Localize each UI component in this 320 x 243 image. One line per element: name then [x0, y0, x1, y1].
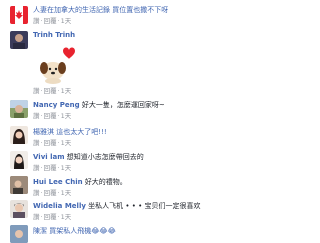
reply-link[interactable]: 回覆: [44, 112, 57, 120]
timestamp[interactable]: 1天: [61, 213, 72, 221]
comment-6: Widelia Melly 坐私人飞机 • • • 宝贝们一定很喜欢 讚·回覆·…: [0, 197, 271, 221]
timestamp[interactable]: 1天: [61, 87, 72, 95]
comment-5: Hui Lee Chin 好大的禮物。 讚·回覆·1天: [0, 173, 271, 197]
comment-text: 想知道小志怎麼帶回去的: [66, 153, 144, 161]
like-link[interactable]: 讚: [33, 112, 40, 120]
reply-link[interactable]: 回覆: [44, 17, 57, 25]
timestamp[interactable]: 1天: [61, 189, 72, 197]
commenter-name[interactable]: Widelia Melly: [33, 202, 86, 210]
reply-link[interactable]: 回覆: [44, 213, 57, 221]
comment-actions: 讚·回覆·1天: [33, 112, 72, 120]
avatar-hui[interactable]: [10, 176, 28, 194]
timestamp[interactable]: 1天: [61, 139, 72, 147]
like-link[interactable]: 讚: [33, 213, 40, 221]
commenter-name[interactable]: Vivi lam: [33, 153, 65, 161]
reply-link[interactable]: 回覆: [44, 139, 57, 147]
avatar-yang[interactable]: [10, 126, 28, 144]
comment-text: 坐私人飞机 • • • 宝贝们一定很喜欢: [88, 202, 201, 210]
timestamp[interactable]: 1天: [61, 164, 72, 172]
avatar-widelia[interactable]: [10, 200, 28, 218]
comment-actions: 讚·回覆·1天: [33, 189, 72, 197]
comment-actions: 讚·回覆·1天: [33, 17, 72, 25]
like-link[interactable]: 讚: [33, 139, 40, 147]
comment-line: Widelia Melly 坐私人飞机 • • • 宝贝们一定很喜欢: [33, 202, 200, 211]
heart-icon: [63, 47, 75, 59]
reply-link[interactable]: 回覆: [44, 189, 57, 197]
comment-text: 楊雅淇 這也太大了吧!!!: [33, 128, 107, 136]
comment-text: 好大的禮物。: [84, 178, 127, 186]
comment-4: Vivi lam 想知道小志怎麼帶回去的 讚·回覆·1天: [0, 147, 271, 173]
reply-link[interactable]: 回覆: [44, 87, 57, 95]
commenter-name[interactable]: Trinh Trinh: [33, 31, 75, 40]
reply-link[interactable]: 回覆: [44, 164, 57, 172]
comment-0: 人妻在加拿大的生活記錄 買位置也撒不下呀 讚·回覆·1天: [0, 0, 271, 25]
comment-line: Hui Lee Chin 好大的禮物。: [33, 178, 127, 187]
commenter-name[interactable]: Nancy Peng: [33, 101, 80, 109]
timestamp[interactable]: 1天: [61, 17, 72, 25]
comment-line: Vivi lam 想知道小志怎麼帶回去的: [33, 153, 144, 162]
comment-actions: 讚·回覆·1天: [33, 139, 72, 147]
comment-actions: 讚·回覆·1天: [33, 87, 72, 95]
comment-1: Trinh Trinh 讚·回覆·1天: [0, 27, 271, 97]
comment-actions: 讚·回覆·1天: [33, 213, 72, 221]
avatar-canada-flag[interactable]: [10, 6, 28, 24]
comment-line: Nancy Peng 好大一隻，怎麼運回家呀~: [33, 101, 165, 110]
comment-2: Nancy Peng 好大一隻，怎麼運回家呀~ 讚·回覆·1天: [0, 97, 271, 122]
like-link[interactable]: 讚: [33, 17, 40, 25]
puppy-heart-sticker: [33, 43, 77, 85]
comment-7: 陳潔 買架私人飛機😂😂😂: [0, 221, 271, 243]
comment-actions: 讚·回覆·1天: [33, 164, 72, 172]
avatar-chen[interactable]: [10, 225, 28, 243]
like-link[interactable]: 讚: [33, 189, 40, 197]
comment-text: 人妻在加拿大的生活記錄 買位置也撒不下呀: [33, 6, 169, 14]
timestamp[interactable]: 1天: [61, 112, 72, 120]
like-link[interactable]: 讚: [33, 164, 40, 172]
commenter-name[interactable]: Hui Lee Chin: [33, 178, 83, 186]
comment-text: 陳潔 買架私人飛機😂😂😂: [33, 227, 116, 235]
comment-text: 好大一隻，怎麼運回家呀~: [81, 101, 165, 109]
avatar-vivi[interactable]: [10, 151, 28, 169]
like-link[interactable]: 讚: [33, 87, 40, 95]
comment-3: 楊雅淇 這也太大了吧!!! 讚·回覆·1天: [0, 122, 271, 147]
avatar-trinh[interactable]: [10, 31, 28, 49]
avatar-nancy[interactable]: [10, 100, 28, 118]
